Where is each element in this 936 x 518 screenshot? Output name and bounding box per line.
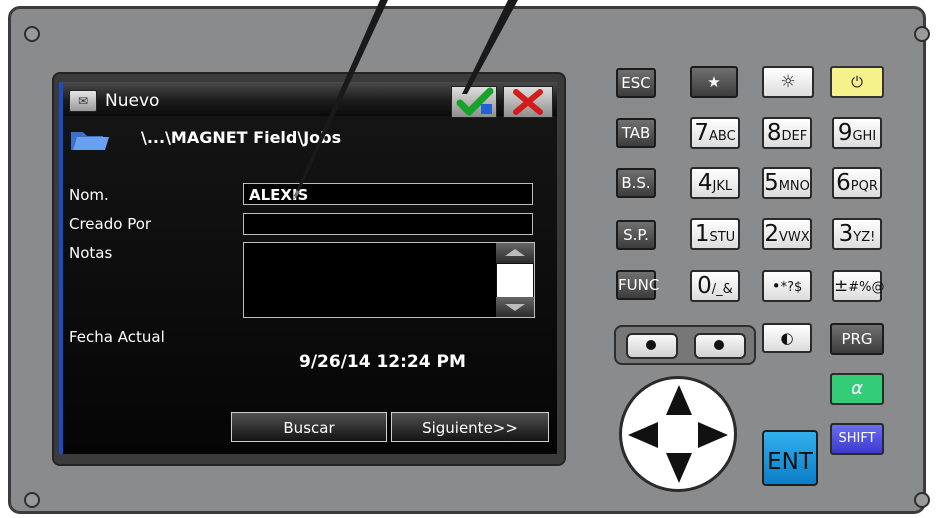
chevron-down-icon bbox=[505, 304, 525, 311]
key-6[interactable]: 6PQR bbox=[832, 167, 882, 199]
key-plusminus[interactable]: ±#%@ bbox=[832, 270, 885, 302]
key-letters: DEF bbox=[781, 129, 808, 144]
scroll-up-button[interactable] bbox=[496, 243, 534, 263]
checkmark-icon bbox=[456, 87, 494, 116]
key-digit: 5 bbox=[764, 170, 779, 196]
screw-icon bbox=[24, 492, 40, 508]
key-digit: 8 bbox=[766, 120, 782, 146]
next-button[interactable]: Siguiente>> bbox=[391, 412, 549, 442]
ok-button[interactable] bbox=[451, 86, 497, 118]
key-letters: *?$ bbox=[780, 280, 803, 295]
close-button[interactable] bbox=[503, 86, 553, 118]
notes-scrollbar[interactable] bbox=[496, 243, 534, 317]
power-key[interactable]: ⏻ bbox=[830, 66, 884, 98]
key-digit: 1 bbox=[694, 221, 710, 247]
key-digit: ± bbox=[834, 276, 849, 296]
key-digit: 3 bbox=[838, 221, 854, 247]
name-label: Nom. bbox=[69, 186, 109, 204]
date-label: Fecha Actual bbox=[69, 328, 165, 346]
screen: ✉ Nuevo \...\MAGNET Field\Jobs Nom. ALEX… bbox=[59, 82, 557, 454]
key-9[interactable]: 9GHI bbox=[832, 117, 882, 149]
shift-key[interactable]: SHIFT bbox=[830, 423, 884, 455]
chevron-up-icon bbox=[505, 249, 525, 256]
key-letters: GHI bbox=[852, 129, 877, 144]
key-letters: VWX bbox=[778, 230, 810, 245]
created-by-label: Creado Por bbox=[69, 215, 152, 233]
space-key[interactable]: S.P. bbox=[616, 220, 656, 250]
screw-icon bbox=[914, 26, 930, 42]
arrow-right-icon[interactable] bbox=[698, 422, 728, 448]
key-letters: #%@ bbox=[848, 280, 885, 295]
func-key[interactable]: FUNC bbox=[616, 270, 659, 300]
star-key[interactable]: ★ bbox=[690, 66, 738, 98]
screw-icon bbox=[24, 26, 40, 42]
key-digit: 9 bbox=[837, 120, 853, 146]
key-3[interactable]: 3YZ! bbox=[832, 218, 882, 250]
prg-key[interactable]: PRG bbox=[830, 323, 884, 355]
folder-icon bbox=[71, 132, 109, 150]
key-digit: 4 bbox=[697, 170, 713, 196]
arrow-down-icon[interactable] bbox=[666, 453, 692, 483]
arrow-up-icon[interactable] bbox=[666, 385, 692, 415]
key-letters: /_& bbox=[711, 282, 733, 297]
key-letters: STU bbox=[709, 230, 736, 245]
notes-label: Notas bbox=[69, 244, 113, 262]
key-letters: PQR bbox=[850, 179, 878, 194]
scroll-down-button[interactable] bbox=[496, 297, 534, 317]
enter-key[interactable]: ENT bbox=[762, 430, 818, 486]
name-field[interactable]: ALEXIS bbox=[243, 183, 533, 205]
soft-key-bar bbox=[614, 325, 756, 365]
key-digit: 6 bbox=[836, 170, 851, 196]
tab-key[interactable]: TAB bbox=[616, 118, 656, 148]
notes-textarea[interactable] bbox=[243, 242, 535, 318]
backspace-key[interactable]: B.S. bbox=[616, 168, 656, 198]
key-digit: 0 bbox=[697, 273, 712, 299]
key-8[interactable]: 8DEF bbox=[762, 117, 812, 149]
search-button[interactable]: Buscar bbox=[231, 412, 387, 442]
mail-icon[interactable]: ✉ bbox=[69, 90, 97, 112]
title-bar: ✉ Nuevo bbox=[63, 82, 557, 118]
direction-pad[interactable] bbox=[619, 376, 737, 492]
backlight-key[interactable]: ☼ bbox=[762, 66, 814, 98]
soft-key-left[interactable] bbox=[626, 333, 678, 359]
key-dot[interactable]: •*?$ bbox=[762, 270, 812, 302]
key-5[interactable]: 5MNO bbox=[762, 167, 812, 199]
key-2[interactable]: 2VWX bbox=[762, 218, 812, 250]
key-digit: 7 bbox=[694, 120, 709, 146]
scroll-thumb[interactable] bbox=[497, 264, 533, 298]
arrow-left-icon[interactable] bbox=[628, 422, 658, 448]
key-letters: YZ! bbox=[853, 230, 876, 245]
key-1[interactable]: 1STU bbox=[690, 218, 740, 250]
screw-icon bbox=[914, 492, 930, 508]
key-4[interactable]: 4JKL bbox=[690, 167, 740, 199]
created-by-field[interactable] bbox=[243, 213, 533, 235]
key-letters: MNO bbox=[778, 179, 810, 194]
key-7[interactable]: 7ABC bbox=[690, 117, 740, 149]
folder-path: \...\MAGNET Field\Jobs bbox=[141, 128, 342, 147]
key-digit: • bbox=[771, 277, 781, 295]
date-value: 9/26/14 12:24 PM bbox=[299, 352, 466, 372]
x-icon bbox=[513, 89, 543, 115]
window-title: Nuevo bbox=[105, 91, 160, 111]
key-letters: ABC bbox=[708, 129, 736, 144]
key-letters: JKL bbox=[712, 179, 733, 194]
key-digit: 2 bbox=[764, 221, 779, 247]
esc-key[interactable]: ESC bbox=[616, 68, 656, 98]
key-0[interactable]: 0/_& bbox=[690, 270, 740, 302]
soft-key-right[interactable] bbox=[694, 333, 746, 359]
alpha-key[interactable]: α bbox=[830, 373, 884, 405]
light-key[interactable]: ◐ bbox=[762, 323, 812, 353]
